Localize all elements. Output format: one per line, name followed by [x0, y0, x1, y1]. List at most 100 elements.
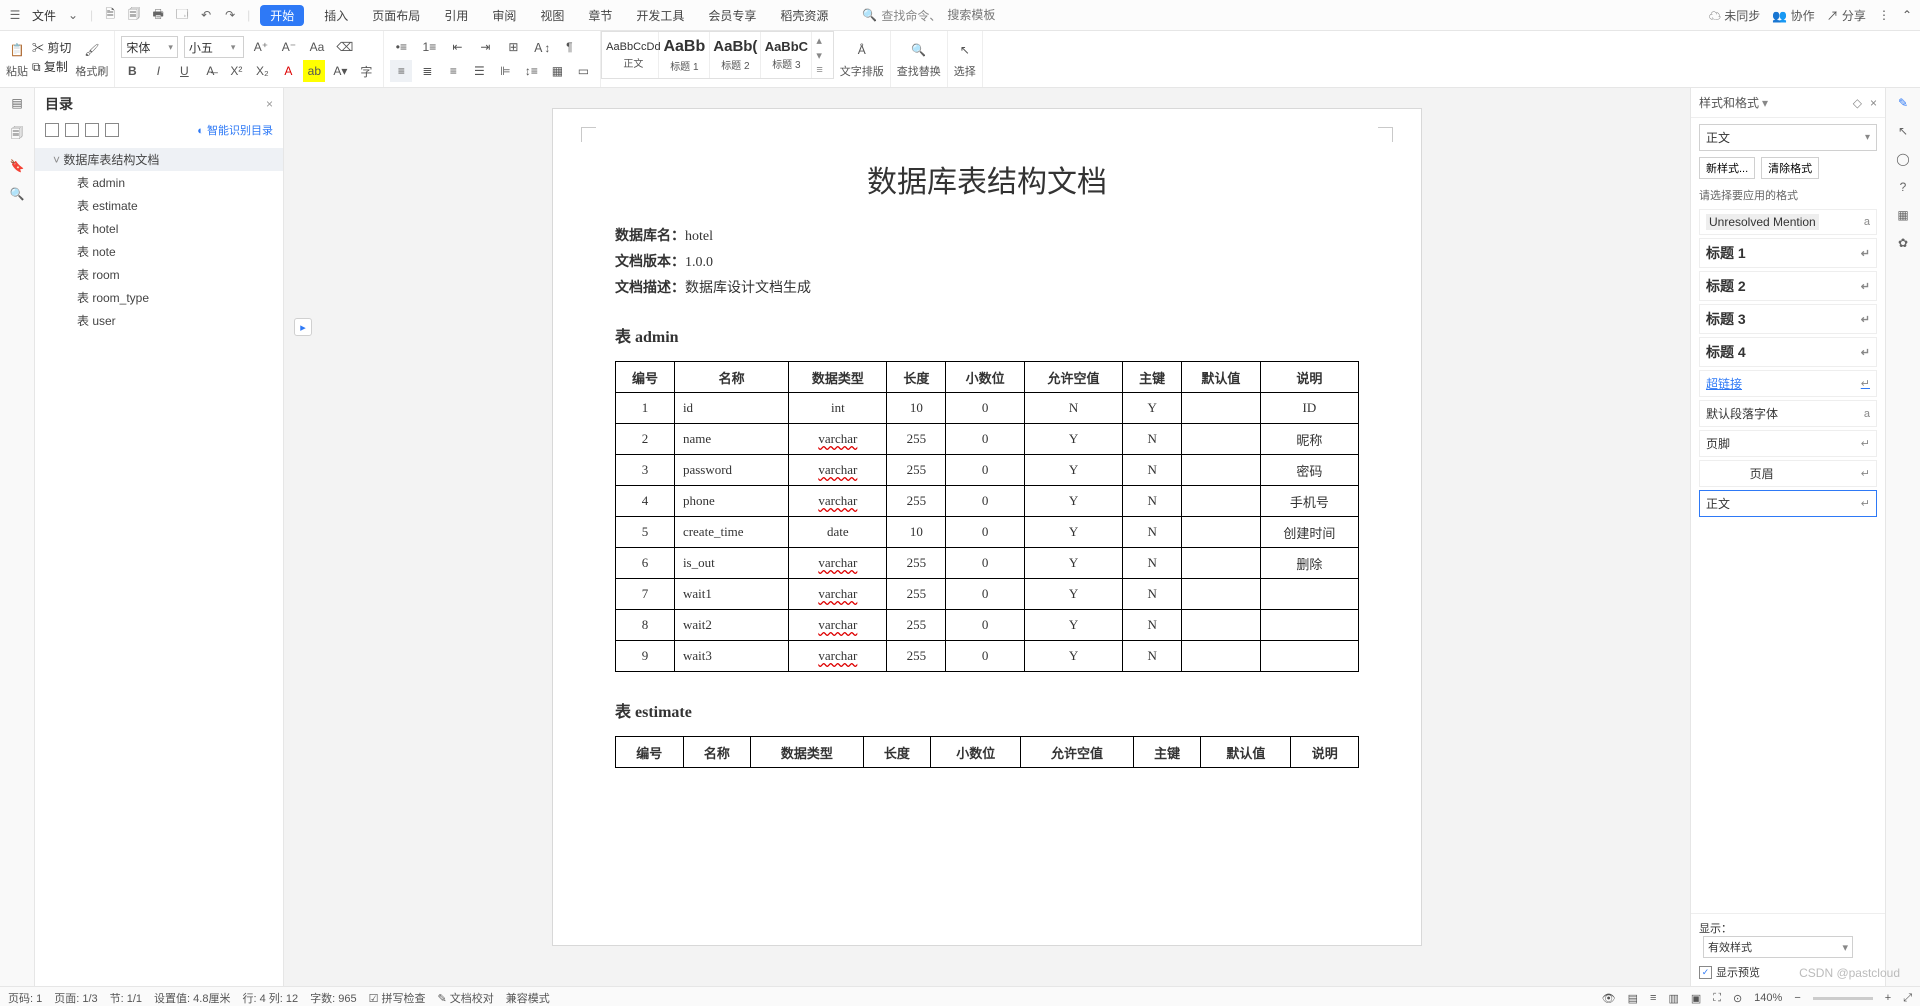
template-rail-icon[interactable]: ▦ — [1897, 208, 1908, 222]
format-painter-icon[interactable]: 🖌 — [81, 39, 103, 61]
collab-button[interactable]: 👥 协作 — [1772, 7, 1814, 24]
tab-member[interactable]: 会员专享 — [704, 5, 760, 26]
indent-dec-icon[interactable]: ⇤ — [446, 36, 468, 58]
outline-item[interactable]: 表 note — [35, 240, 283, 263]
view-eye-icon[interactable]: 👁 — [1602, 992, 1616, 1005]
fullscreen-icon[interactable]: ⛶ — [1713, 992, 1721, 1005]
font-size-select[interactable]: 小五▾ — [184, 36, 244, 58]
phonetic-icon[interactable]: 字 — [355, 60, 377, 82]
zoom-slider[interactable] — [1813, 997, 1873, 1000]
search-rail-icon[interactable]: 🔍 — [10, 187, 25, 201]
status-ime[interactable]: ☑ 拼写检查 — [369, 990, 426, 1006]
tab-pagelayout[interactable]: 页面布局 — [368, 5, 424, 26]
select-rail-icon[interactable]: ↖ — [1898, 124, 1908, 138]
status-wordcount[interactable]: 字数: 965 — [310, 990, 356, 1006]
dropdown-icon[interactable]: ⌄ — [66, 8, 80, 22]
style-list-item[interactable]: 标题 3↵ — [1699, 304, 1877, 334]
gallery-more-icon[interactable]: ≡ — [816, 64, 822, 76]
tab-insert[interactable]: 插入 — [320, 5, 352, 26]
style-h2[interactable]: AaBb(标题 2 — [710, 32, 761, 78]
status-section[interactable]: 节: 1/1 — [110, 990, 142, 1006]
shape-rail-icon[interactable]: ◯ — [1896, 152, 1909, 166]
outline-tool-1[interactable] — [45, 123, 59, 137]
superscript-icon[interactable]: X² — [225, 60, 247, 82]
view-mode-4-icon[interactable]: ▣ — [1691, 992, 1701, 1005]
insert-pill-icon[interactable]: ▸ — [294, 318, 312, 336]
popout-icon[interactable]: ⤢ — [1903, 992, 1912, 1005]
outline-tool-4[interactable] — [105, 123, 119, 137]
highlight-icon[interactable]: ab — [303, 60, 325, 82]
status-page-no[interactable]: 页码: 1 — [8, 990, 42, 1006]
outline-item[interactable]: 表 admin — [35, 171, 283, 194]
save-icon[interactable]: 🗎 — [103, 8, 117, 22]
zoom-in-icon[interactable]: + — [1885, 992, 1891, 1004]
italic-icon[interactable]: I — [147, 60, 169, 82]
style-list-item[interactable]: 标题 1↵ — [1699, 238, 1877, 268]
show-styles-select[interactable]: 有效样式▾ — [1703, 936, 1853, 958]
settings-rail-icon[interactable]: ✿ — [1898, 236, 1908, 250]
tab-section[interactable]: 章节 — [584, 5, 616, 26]
text-layout-group[interactable]: Å 文字排版 — [834, 31, 891, 87]
shrink-font-icon[interactable]: A⁻ — [278, 36, 300, 58]
align-left-icon[interactable]: ≡ — [390, 60, 412, 82]
style-normal[interactable]: AaBbCcDd正文 — [608, 32, 659, 78]
tab-start[interactable]: 开始 — [260, 5, 304, 26]
tab-review[interactable]: 审阅 — [488, 5, 520, 26]
smart-outline-link[interactable]: ◐ 智能识别目录 — [197, 122, 273, 138]
outline-item[interactable]: 数据库表结构文档 — [35, 148, 283, 171]
style-list-item[interactable]: 标题 4↵ — [1699, 337, 1877, 367]
align-right-icon[interactable]: ≡ — [442, 60, 464, 82]
change-case-icon[interactable]: Aa — [306, 36, 328, 58]
grow-font-icon[interactable]: A⁺ — [250, 36, 272, 58]
close-styles-icon[interactable]: × — [1870, 96, 1877, 110]
style-list-item[interactable]: 页脚↵ — [1699, 430, 1877, 457]
find-replace-group[interactable]: 🔍 查找替换 — [891, 31, 948, 87]
redo-icon[interactable]: ↷ — [223, 8, 237, 22]
pin-icon[interactable]: ◇ — [1853, 96, 1862, 110]
outline-item[interactable]: 表 estimate — [35, 194, 283, 217]
numbering-icon[interactable]: 1≡ — [418, 36, 440, 58]
document-viewport[interactable]: ▸ 数据库表结构文档 数据库名：hotel 文档版本：1.0.0 文档描述：数据… — [284, 88, 1690, 986]
status-docfix[interactable]: ✎ 文档校对 — [437, 990, 493, 1006]
tab-view[interactable]: 视图 — [536, 5, 568, 26]
preview-checkbox[interactable]: ✓显示预览 — [1699, 964, 1760, 980]
outline-tool-2[interactable] — [65, 123, 79, 137]
style-list-item[interactable]: 标题 2↵ — [1699, 271, 1877, 301]
bold-icon[interactable]: B — [121, 60, 143, 82]
gallery-up-icon[interactable]: ▴ — [816, 34, 822, 47]
close-icon[interactable]: × — [266, 97, 273, 111]
tab-resource[interactable]: 稻壳资源 — [776, 5, 832, 26]
status-position[interactable]: 设置值: 4.8厘米 — [154, 990, 230, 1006]
paste-icon[interactable]: 📋 — [6, 39, 28, 61]
showmarks-icon[interactable]: ¶ — [558, 36, 580, 58]
tab-dev[interactable]: 开发工具 — [632, 5, 688, 26]
current-style-select[interactable]: 正文▾ — [1699, 124, 1877, 151]
view-mode-3-icon[interactable]: ▥ — [1668, 992, 1678, 1005]
shading-icon[interactable]: A▾ — [329, 60, 351, 82]
file-menu[interactable]: 文件 — [32, 7, 56, 24]
font-name-select[interactable]: 宋体▾ — [121, 36, 178, 58]
preview-icon[interactable]: 🗔 — [175, 8, 189, 22]
strike-icon[interactable]: A̶ — [199, 60, 221, 82]
zoom-value[interactable]: 140% — [1754, 992, 1782, 1004]
style-list-item[interactable]: 超链接↵ — [1699, 370, 1877, 397]
align-center-icon[interactable]: ≣ — [416, 60, 438, 82]
view-mode-2-icon[interactable]: ≡ — [1650, 992, 1656, 1004]
new-style-button[interactable]: 新样式... — [1699, 157, 1755, 179]
underline-icon[interactable]: U — [173, 60, 195, 82]
outline-tab-icon[interactable]: ▤ — [11, 96, 22, 110]
status-rowcol[interactable]: 行: 4 列: 12 — [242, 990, 298, 1006]
hamburger-icon[interactable]: ☰ — [8, 8, 22, 22]
style-h1[interactable]: AaBb标题 1 — [659, 32, 710, 78]
help-rail-icon[interactable]: ? — [1900, 180, 1907, 194]
command-search[interactable]: 🔍 查找命令、 — [862, 7, 1029, 24]
undo-icon[interactable]: ↶ — [199, 8, 213, 22]
justify-icon[interactable]: ☰ — [468, 60, 490, 82]
status-compat[interactable]: 兼容模式 — [506, 990, 550, 1006]
distribute-icon[interactable]: ⊫ — [494, 60, 516, 82]
style-list-item[interactable]: 页眉↵ — [1699, 460, 1877, 487]
outline-item[interactable]: 表 room_type — [35, 286, 283, 309]
sort-icon[interactable]: Ａ↕ — [530, 36, 552, 58]
search-input[interactable] — [945, 7, 1029, 23]
font-color-icon[interactable]: A — [277, 60, 299, 82]
